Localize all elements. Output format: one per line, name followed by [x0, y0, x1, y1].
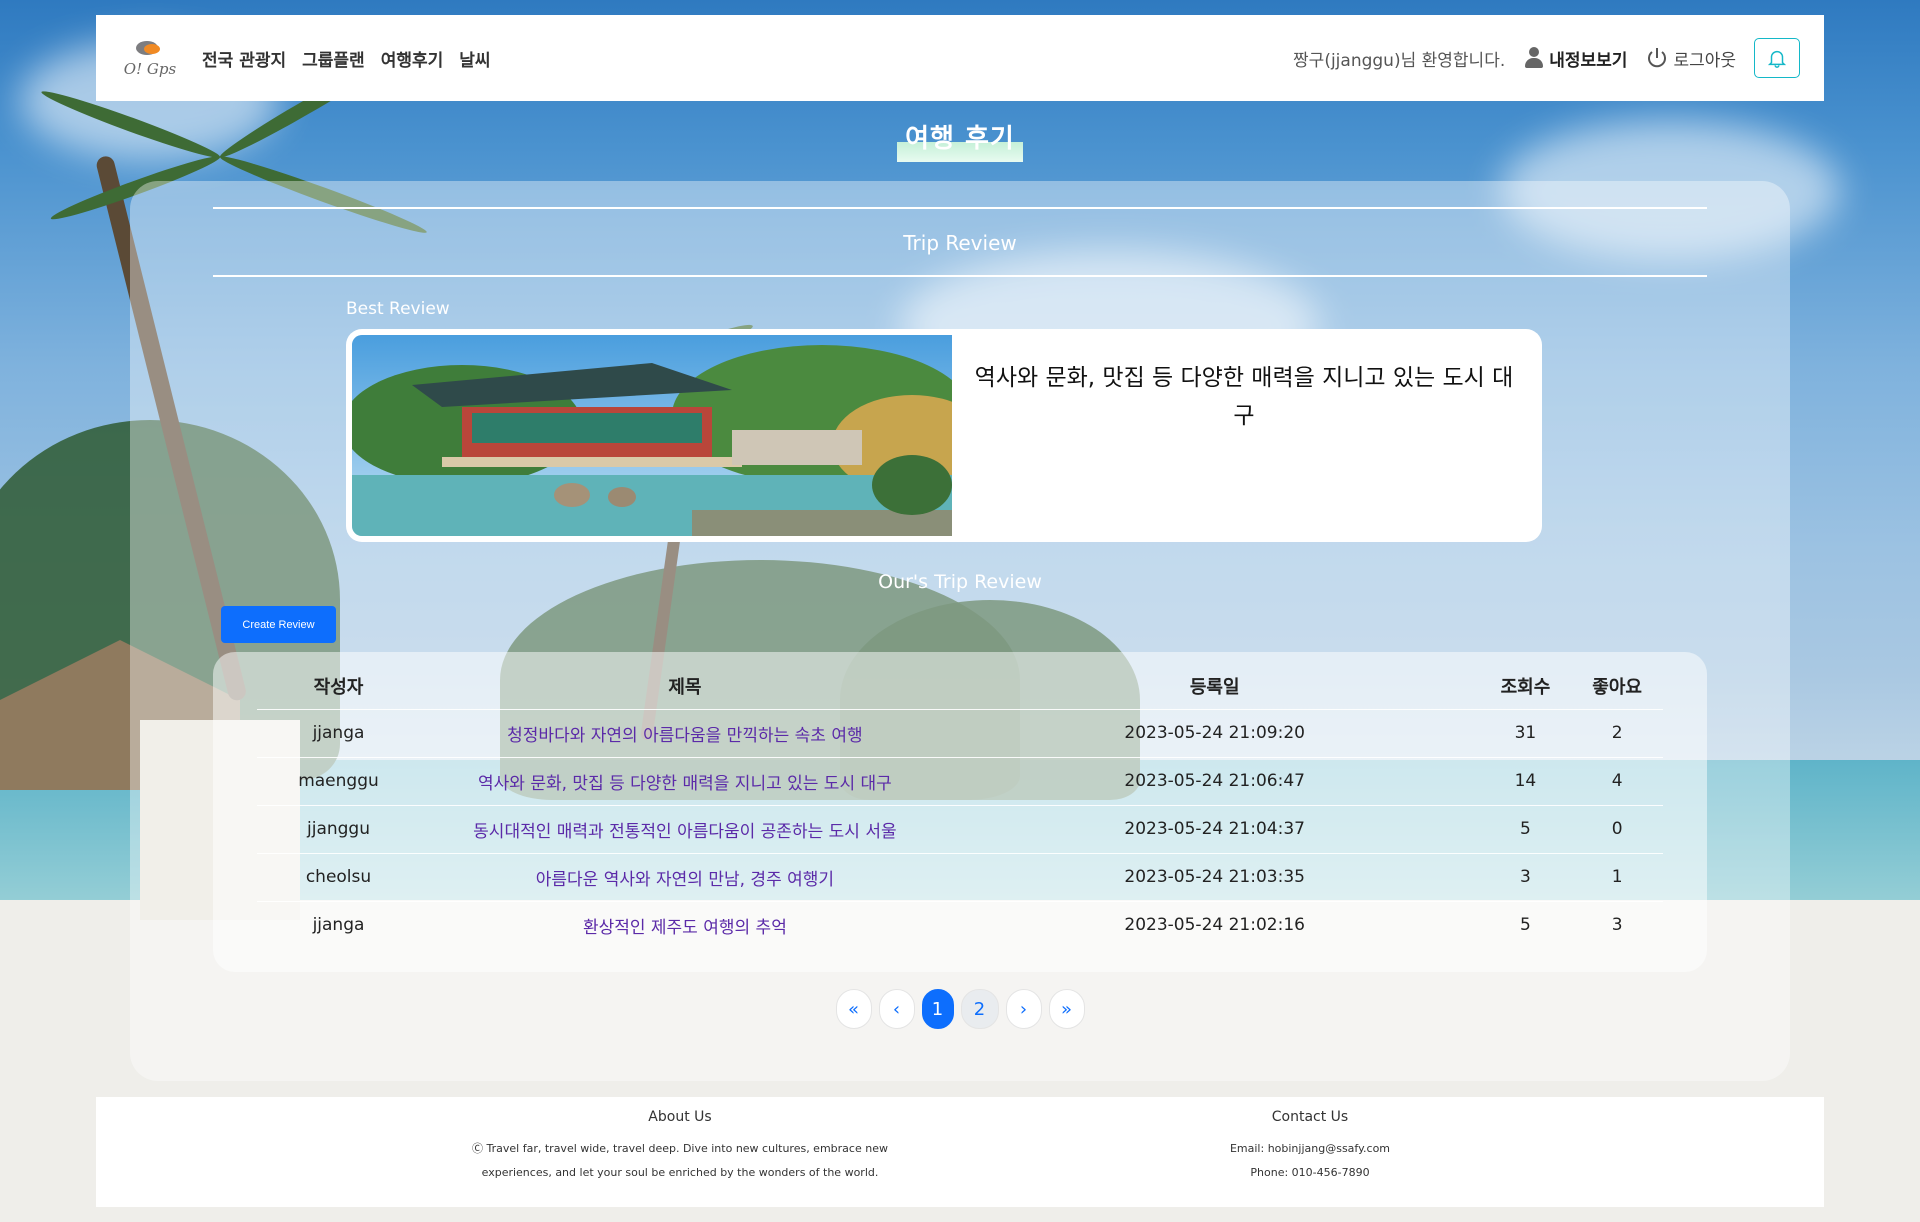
page-next-button[interactable]: ›	[1005, 989, 1042, 1029]
footer-email[interactable]: Email: hobinjjang@ssafy.com	[1130, 1137, 1490, 1161]
page-button-2[interactable]: 2	[960, 989, 999, 1029]
table-row[interactable]: jjanggu 동시대적인 매력과 전통적인 아름다움이 공존하는 도시 서울 …	[257, 805, 1663, 854]
table-row[interactable]: maenggu 역사와 문화, 맛집 등 다양한 매력을 지니고 있는 도시 대…	[257, 757, 1663, 806]
nav-item-attractions[interactable]: 전국 관광지	[202, 46, 286, 71]
pagination: « ‹ 1 2 › »	[130, 989, 1790, 1029]
col-likes: 좋아요	[1571, 652, 1663, 710]
row-views: 14	[1479, 757, 1572, 806]
row-author: jjanga	[312, 915, 365, 936]
best-review-image	[352, 335, 952, 536]
best-review-label: Best Review	[346, 299, 450, 319]
row-views: 5	[1520, 915, 1531, 936]
table-header-row: 작성자 제목 등록일 조회수 좋아요	[257, 652, 1663, 710]
footer-contact-title: Contact Us	[1271, 1109, 1349, 1125]
row-title-link[interactable]: 역사와 문화, 맛집 등 다양한 매력을 지니고 있는 도시 대구	[420, 757, 950, 806]
footer: About Us Ⓒ Travel far, travel wide, trav…	[96, 1097, 1824, 1207]
col-views: 조회수	[1479, 652, 1572, 710]
table-row[interactable]: jjanga 청정바다와 자연의 아름다움을 만끽하는 속초 여행 2023-0…	[257, 709, 1663, 758]
col-date: 등록일	[949, 652, 1480, 710]
row-author: cheolsu	[257, 853, 420, 902]
nav-item-group-plan[interactable]: 그룹플랜	[302, 46, 365, 71]
footer-about-title: About Us	[648, 1109, 712, 1125]
best-review-title[interactable]: 역사와 문화, 맛집 등 다양한 매력을 지니고 있는 도시 대구	[952, 359, 1536, 435]
review-panel: Trip Review Best Review 역사와 문화, 맛집 등 다양한…	[130, 181, 1790, 1081]
row-date: 2023-05-24 21:06:47	[949, 757, 1480, 806]
row-likes: 1	[1571, 853, 1663, 902]
row-author: maenggu	[257, 757, 420, 806]
page-first-button[interactable]: «	[835, 989, 872, 1029]
top-navbar: O! Gps 전국 관광지 그룹플랜 여행후기 날씨 짱구(jjanggu)님 …	[96, 15, 1824, 101]
notification-button[interactable]	[1754, 38, 1800, 78]
logo-text: O! Gps	[123, 60, 177, 78]
ours-review-title: Our's Trip Review	[878, 571, 1042, 593]
row-views: 31	[1479, 709, 1572, 758]
best-review-card[interactable]: 역사와 문화, 맛집 등 다양한 매력을 지니고 있는 도시 대구	[346, 329, 1542, 542]
logout-label: 로그아웃	[1673, 50, 1736, 71]
nav-item-weather[interactable]: 날씨	[459, 46, 490, 71]
table-row[interactable]: cheolsu 아름다운 역사와 자연의 만남, 경주 여행기 2023-05-…	[257, 853, 1663, 902]
site-logo[interactable]: O! Gps	[116, 38, 184, 78]
row-title-link[interactable]: 아름다운 역사와 자연의 만남, 경주 여행기	[420, 853, 950, 902]
row-title-link[interactable]: 청정바다와 자연의 아름다움을 만끽하는 속초 여행	[420, 709, 950, 758]
row-title-link[interactable]: 환상적인 제주도 여행의 추억	[420, 901, 950, 949]
row-author: jjanga	[257, 709, 420, 758]
row-title-link[interactable]: 동시대적인 매력과 전통적인 아름다움이 공존하는 도시 서울	[420, 805, 950, 854]
create-review-button[interactable]: Create Review	[221, 606, 336, 643]
page-button-1[interactable]: 1	[921, 989, 954, 1029]
page-prev-button[interactable]: ‹	[878, 989, 915, 1029]
person-icon	[1523, 47, 1545, 69]
row-views: 5	[1479, 805, 1572, 854]
nav-item-trip-review[interactable]: 여행후기	[381, 46, 444, 71]
row-date: 2023-05-24 21:03:35	[949, 853, 1480, 902]
footer-contact: Contact Us Email: hobinjjang@ssafy.com P…	[1130, 1109, 1490, 1207]
col-author: 작성자	[257, 652, 420, 710]
row-views: 3	[1479, 853, 1572, 902]
my-info-label: 내정보보기	[1549, 50, 1628, 71]
review-table: 작성자 제목 등록일 조회수 좋아요 jjanga 청정바다와 자연의 아름다움…	[257, 652, 1663, 949]
table-row[interactable]: jjanga 환상적인 제주도 여행의 추억 2023-05-24 21:02:…	[257, 901, 1663, 949]
footer-about-text-2: experiences, and let your soul be enrich…	[481, 1166, 879, 1179]
main-nav: 전국 관광지 그룹플랜 여행후기 날씨	[202, 46, 491, 71]
footer-about: About Us Ⓒ Travel far, travel wide, trav…	[430, 1109, 930, 1207]
bell-icon	[1767, 50, 1787, 68]
my-info-link[interactable]: 내정보보기	[1523, 46, 1627, 71]
footer-about-text-1: Ⓒ Travel far, travel wide, travel deep. …	[472, 1142, 888, 1155]
divider-top	[213, 207, 1707, 209]
row-date: 2023-05-24 21:04:37	[949, 805, 1480, 854]
row-likes: 2	[1571, 709, 1663, 758]
section-title: Trip Review	[903, 231, 1017, 255]
row-author: jjanggu	[257, 805, 420, 854]
page-title: 여행 후기	[897, 118, 1023, 162]
review-table-container: 작성자 제목 등록일 조회수 좋아요 jjanga 청정바다와 자연의 아름다움…	[213, 652, 1707, 972]
row-likes: 0	[1571, 805, 1663, 854]
page-last-button[interactable]: »	[1048, 989, 1085, 1029]
footer-phone: Phone: 010-456-7890	[1250, 1166, 1370, 1179]
row-likes: 4	[1571, 757, 1663, 806]
col-title: 제목	[420, 652, 950, 710]
row-date: 2023-05-24 21:09:20	[949, 709, 1480, 758]
header-user-area: 짱구(jjanggu)님 환영합니다. 내정보보기 로그아웃	[1293, 38, 1800, 78]
welcome-text: 짱구(jjanggu)님 환영합니다.	[1293, 50, 1506, 71]
row-likes: 3	[1611, 915, 1623, 936]
row-date: 2023-05-24 21:02:16	[1124, 915, 1305, 936]
logout-link[interactable]: 로그아웃	[1645, 46, 1736, 71]
divider-bottom	[213, 275, 1707, 277]
logo-icon	[132, 38, 168, 58]
power-icon	[1648, 48, 1667, 68]
